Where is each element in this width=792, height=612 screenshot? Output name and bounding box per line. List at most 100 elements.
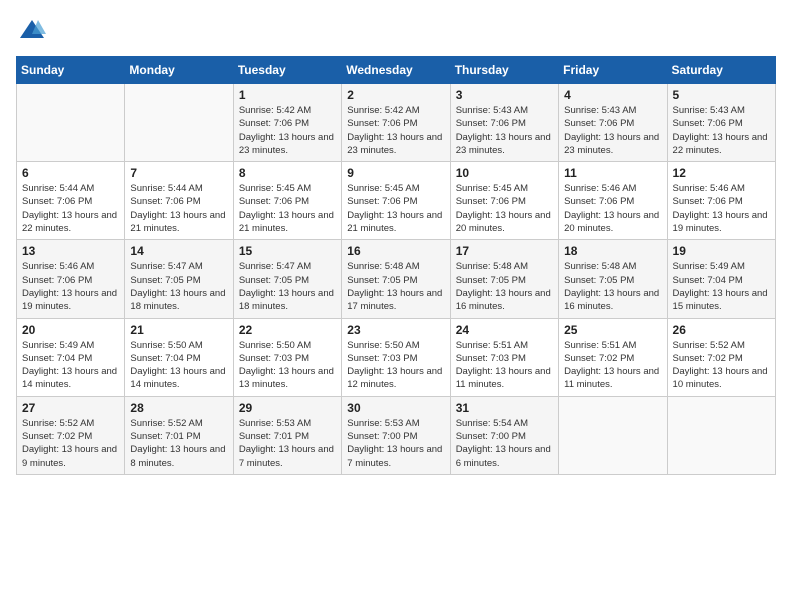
day-number: 22 (239, 323, 336, 337)
day-number: 14 (130, 244, 227, 258)
day-number: 11 (564, 166, 661, 180)
day-info: Sunrise: 5:53 AM Sunset: 7:00 PM Dayligh… (347, 417, 444, 470)
calendar-cell: 1 Sunrise: 5:42 AM Sunset: 7:06 PM Daylig… (233, 84, 341, 162)
calendar-cell: 12 Sunrise: 5:46 AM Sunset: 7:06 PM Dayli… (667, 162, 775, 240)
day-info: Sunrise: 5:45 AM Sunset: 7:06 PM Dayligh… (347, 182, 444, 235)
day-info: Sunrise: 5:48 AM Sunset: 7:05 PM Dayligh… (347, 260, 444, 313)
day-number: 7 (130, 166, 227, 180)
calendar-cell: 8 Sunrise: 5:45 AM Sunset: 7:06 PM Daylig… (233, 162, 341, 240)
day-number: 2 (347, 88, 444, 102)
day-info: Sunrise: 5:44 AM Sunset: 7:06 PM Dayligh… (22, 182, 119, 235)
calendar-cell (559, 396, 667, 474)
calendar-cell: 7 Sunrise: 5:44 AM Sunset: 7:06 PM Daylig… (125, 162, 233, 240)
calendar-cell: 15 Sunrise: 5:47 AM Sunset: 7:05 PM Dayli… (233, 240, 341, 318)
calendar-cell: 6 Sunrise: 5:44 AM Sunset: 7:06 PM Daylig… (17, 162, 125, 240)
day-info: Sunrise: 5:50 AM Sunset: 7:03 PM Dayligh… (239, 339, 336, 392)
calendar-header-row: SundayMondayTuesdayWednesdayThursdayFrid… (17, 57, 776, 84)
day-info: Sunrise: 5:47 AM Sunset: 7:05 PM Dayligh… (239, 260, 336, 313)
day-number: 30 (347, 401, 444, 415)
day-number: 29 (239, 401, 336, 415)
day-info: Sunrise: 5:43 AM Sunset: 7:06 PM Dayligh… (456, 104, 553, 157)
day-number: 13 (22, 244, 119, 258)
calendar-cell: 16Sunrise: 5:48 AM Sunset: 7:05 PM Dayli… (342, 240, 450, 318)
day-number: 12 (673, 166, 770, 180)
day-number: 31 (456, 401, 553, 415)
day-number: 19 (673, 244, 770, 258)
calendar-cell: 4 Sunrise: 5:43 AM Sunset: 7:06 PM Daylig… (559, 84, 667, 162)
calendar-cell: 24 Sunrise: 5:51 AM Sunset: 7:03 PM Dayli… (450, 318, 558, 396)
calendar-cell: 27Sunrise: 5:52 AM Sunset: 7:02 PM Dayli… (17, 396, 125, 474)
day-info: Sunrise: 5:43 AM Sunset: 7:06 PM Dayligh… (564, 104, 661, 157)
day-info: Sunrise: 5:48 AM Sunset: 7:05 PM Dayligh… (456, 260, 553, 313)
day-info: Sunrise: 5:45 AM Sunset: 7:06 PM Dayligh… (456, 182, 553, 235)
day-number: 26 (673, 323, 770, 337)
day-number: 10 (456, 166, 553, 180)
calendar-header-sunday: Sunday (17, 57, 125, 84)
calendar-cell: 31 Sunrise: 5:54 AM Sunset: 7:00 PM Dayli… (450, 396, 558, 474)
day-number: 20 (22, 323, 119, 337)
calendar-header-thursday: Thursday (450, 57, 558, 84)
calendar-week-row: 6 Sunrise: 5:44 AM Sunset: 7:06 PM Daylig… (17, 162, 776, 240)
calendar-week-row: 27Sunrise: 5:52 AM Sunset: 7:02 PM Dayli… (17, 396, 776, 474)
day-number: 25 (564, 323, 661, 337)
page-header (16, 16, 776, 44)
calendar-cell: 2 Sunrise: 5:42 AM Sunset: 7:06 PM Daylig… (342, 84, 450, 162)
day-info: Sunrise: 5:50 AM Sunset: 7:04 PM Dayligh… (130, 339, 227, 392)
calendar-week-row: 1 Sunrise: 5:42 AM Sunset: 7:06 PM Daylig… (17, 84, 776, 162)
calendar-header-saturday: Saturday (667, 57, 775, 84)
day-info: Sunrise: 5:49 AM Sunset: 7:04 PM Dayligh… (673, 260, 770, 313)
calendar-cell: 13 Sunrise: 5:46 AM Sunset: 7:06 PM Dayli… (17, 240, 125, 318)
calendar-header-wednesday: Wednesday (342, 57, 450, 84)
day-info: Sunrise: 5:42 AM Sunset: 7:06 PM Dayligh… (239, 104, 336, 157)
calendar-cell: 25 Sunrise: 5:51 AM Sunset: 7:02 PM Dayli… (559, 318, 667, 396)
calendar-cell: 26Sunrise: 5:52 AM Sunset: 7:02 PM Dayli… (667, 318, 775, 396)
day-info: Sunrise: 5:46 AM Sunset: 7:06 PM Dayligh… (564, 182, 661, 235)
calendar-cell: 14Sunrise: 5:47 AM Sunset: 7:05 PM Dayli… (125, 240, 233, 318)
calendar-cell: 30 Sunrise: 5:53 AM Sunset: 7:00 PM Dayli… (342, 396, 450, 474)
calendar-cell: 22 Sunrise: 5:50 AM Sunset: 7:03 PM Dayli… (233, 318, 341, 396)
calendar-cell: 5Sunrise: 5:43 AM Sunset: 7:06 PM Daylig… (667, 84, 775, 162)
day-number: 15 (239, 244, 336, 258)
logo-icon (18, 16, 46, 44)
calendar-cell: 21 Sunrise: 5:50 AM Sunset: 7:04 PM Dayli… (125, 318, 233, 396)
day-info: Sunrise: 5:45 AM Sunset: 7:06 PM Dayligh… (239, 182, 336, 235)
day-info: Sunrise: 5:50 AM Sunset: 7:03 PM Dayligh… (347, 339, 444, 392)
day-number: 4 (564, 88, 661, 102)
day-info: Sunrise: 5:44 AM Sunset: 7:06 PM Dayligh… (130, 182, 227, 235)
day-number: 23 (347, 323, 444, 337)
calendar-cell: 20Sunrise: 5:49 AM Sunset: 7:04 PM Dayli… (17, 318, 125, 396)
day-number: 3 (456, 88, 553, 102)
day-number: 21 (130, 323, 227, 337)
day-info: Sunrise: 5:51 AM Sunset: 7:02 PM Dayligh… (564, 339, 661, 392)
calendar-header-friday: Friday (559, 57, 667, 84)
calendar-cell: 10 Sunrise: 5:45 AM Sunset: 7:06 PM Dayli… (450, 162, 558, 240)
day-info: Sunrise: 5:54 AM Sunset: 7:00 PM Dayligh… (456, 417, 553, 470)
calendar-cell: 19 Sunrise: 5:49 AM Sunset: 7:04 PM Dayli… (667, 240, 775, 318)
day-number: 5 (673, 88, 770, 102)
calendar-table: SundayMondayTuesdayWednesdayThursdayFrid… (16, 56, 776, 475)
day-number: 8 (239, 166, 336, 180)
calendar-cell: 9 Sunrise: 5:45 AM Sunset: 7:06 PM Daylig… (342, 162, 450, 240)
day-info: Sunrise: 5:46 AM Sunset: 7:06 PM Dayligh… (22, 260, 119, 313)
calendar-cell: 3 Sunrise: 5:43 AM Sunset: 7:06 PM Daylig… (450, 84, 558, 162)
logo (16, 16, 46, 44)
day-number: 9 (347, 166, 444, 180)
calendar-cell: 23 Sunrise: 5:50 AM Sunset: 7:03 PM Dayli… (342, 318, 450, 396)
calendar-cell: 11 Sunrise: 5:46 AM Sunset: 7:06 PM Dayli… (559, 162, 667, 240)
calendar-header-monday: Monday (125, 57, 233, 84)
day-number: 17 (456, 244, 553, 258)
day-info: Sunrise: 5:52 AM Sunset: 7:01 PM Dayligh… (130, 417, 227, 470)
day-info: Sunrise: 5:48 AM Sunset: 7:05 PM Dayligh… (564, 260, 661, 313)
day-number: 24 (456, 323, 553, 337)
calendar-cell (667, 396, 775, 474)
calendar-cell: 28Sunrise: 5:52 AM Sunset: 7:01 PM Dayli… (125, 396, 233, 474)
calendar-cell: 17 Sunrise: 5:48 AM Sunset: 7:05 PM Dayli… (450, 240, 558, 318)
day-number: 1 (239, 88, 336, 102)
day-number: 6 (22, 166, 119, 180)
day-info: Sunrise: 5:46 AM Sunset: 7:06 PM Dayligh… (673, 182, 770, 235)
calendar-week-row: 13 Sunrise: 5:46 AM Sunset: 7:06 PM Dayli… (17, 240, 776, 318)
day-info: Sunrise: 5:51 AM Sunset: 7:03 PM Dayligh… (456, 339, 553, 392)
calendar-cell: 18 Sunrise: 5:48 AM Sunset: 7:05 PM Dayli… (559, 240, 667, 318)
day-number: 18 (564, 244, 661, 258)
day-info: Sunrise: 5:42 AM Sunset: 7:06 PM Dayligh… (347, 104, 444, 157)
